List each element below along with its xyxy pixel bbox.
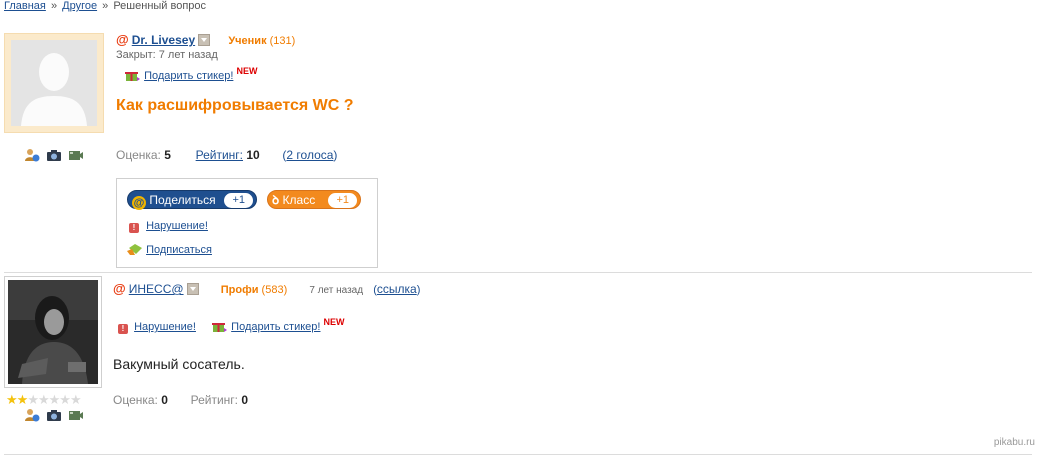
ok-icon: ꝺ <box>272 193 280 207</box>
answer-actions-row: ! Нарушение! Подарить стикер! NEW <box>118 317 345 334</box>
divider <box>4 454 1032 455</box>
question-title: Как расшифровывается WC ? <box>116 97 354 114</box>
question-author-points: (131) <box>269 35 296 47</box>
answer-author-actions <box>24 408 84 422</box>
dropdown-icon[interactable] <box>186 283 199 295</box>
contact-icon[interactable] <box>24 408 40 422</box>
mail-share-button[interactable]: @ Поделиться +1 <box>127 190 257 210</box>
default-avatar-icon <box>11 40 97 126</box>
question-author-actions <box>24 148 84 162</box>
gift-icon[interactable] <box>125 68 141 82</box>
mail-share-label: Поделиться <box>149 193 216 207</box>
rating-value: 10 <box>246 148 260 162</box>
breadcrumb-separator: » <box>102 0 109 12</box>
question-closed-text: Закрыт: 7 лет назад <box>116 49 218 61</box>
subscribe-row: Подписаться <box>127 242 212 256</box>
star-empty-icon: ★ <box>37 392 50 407</box>
video-icon[interactable] <box>68 148 84 162</box>
answer-permalink[interactable]: ссылка <box>377 282 417 296</box>
breadcrumb-separator: » <box>50 0 58 12</box>
breadcrumb-home-link[interactable]: Главная <box>4 0 46 12</box>
score-label: Оценка: <box>113 393 158 407</box>
video-icon[interactable] <box>68 408 84 422</box>
rating-value: 0 <box>241 393 249 407</box>
question-gift-link[interactable]: Подарить стикер! <box>144 70 233 82</box>
at-icon: @ <box>116 32 129 47</box>
rating-link[interactable]: Рейтинг: <box>196 148 243 162</box>
user-photo-icon <box>8 280 98 384</box>
ok-class-button[interactable]: ꝺ Класс +1 <box>267 190 361 209</box>
answer-gift-link[interactable]: Подарить стикер! <box>231 321 320 333</box>
votes-link[interactable]: 2 голоса <box>286 148 333 162</box>
ok-class-count: +1 <box>328 193 357 208</box>
new-badge: NEW <box>323 317 345 327</box>
answer-text: Вакумный сосатель. <box>113 356 245 372</box>
question-author-rank: Ученик <box>228 35 267 47</box>
question-gift-row: Подарить стикер! NEW <box>125 66 257 82</box>
question-author-avatar[interactable] <box>4 33 104 133</box>
star-empty-icon: ★ <box>69 392 82 407</box>
star-filled-icon: ★ <box>16 392 29 407</box>
question-stats: Оценка: 5 Рейтинг: 10 (2 голоса) <box>116 148 338 162</box>
score-label: Оценка: <box>116 148 161 162</box>
dropdown-icon[interactable] <box>198 34 211 46</box>
star-empty-icon: ★ <box>59 392 71 407</box>
answer-author-rank: Профи <box>220 284 259 296</box>
breadcrumb-category-link[interactable]: Другое <box>62 0 97 12</box>
star-filled-icon: ★ <box>6 392 18 407</box>
answer-author-points: (583) <box>261 284 288 296</box>
ok-class-label: Класс <box>282 193 316 207</box>
divider <box>4 272 1032 273</box>
answer-author-avatar[interactable] <box>4 276 102 388</box>
mail-at-icon: @ <box>132 196 146 210</box>
answer-stats: Оценка: 0 Рейтинг: 0 <box>113 393 248 407</box>
breadcrumb-current: Решенный вопрос <box>113 0 207 12</box>
camera-icon[interactable] <box>46 148 62 162</box>
contact-icon[interactable] <box>24 148 40 162</box>
subscribe-icon <box>127 242 143 256</box>
camera-icon[interactable] <box>46 408 62 422</box>
share-box: @ Поделиться +1 ꝺ Класс +1 ! Нарушение! … <box>116 178 378 268</box>
question-report-row: ! Нарушение! <box>129 220 208 233</box>
answer-time: 7 лет назад <box>309 285 364 296</box>
question-author-line: @ Dr. Livesey Ученик (131) <box>116 32 295 47</box>
at-icon: @ <box>113 281 126 296</box>
answer-report-link[interactable]: Нарушение! <box>134 321 196 333</box>
answer-author-line: @ ИНЕСС@ Профи (583) 7 лет назад (ссылка… <box>113 281 421 296</box>
answer-author-stars: ★★★★★★★ <box>6 392 82 408</box>
gift-icon[interactable] <box>212 319 228 333</box>
mail-share-count: +1 <box>224 193 253 208</box>
rating-label: Рейтинг: <box>190 393 239 407</box>
answer-author-name[interactable]: ИНЕСС@ <box>129 282 184 296</box>
breadcrumb: Главная » Другое » Решенный вопрос <box>4 0 206 12</box>
star-empty-icon: ★ <box>48 392 61 407</box>
warning-icon: ! <box>129 223 139 233</box>
score-value: 5 <box>164 148 171 162</box>
new-badge: NEW <box>236 66 258 76</box>
score-value: 0 <box>161 393 168 407</box>
subscribe-link[interactable]: Подписаться <box>146 244 212 256</box>
question-author-name[interactable]: Dr. Livesey <box>132 33 195 47</box>
star-empty-icon: ★ <box>27 392 39 407</box>
warning-icon: ! <box>118 324 128 334</box>
watermark: pikabu.ru <box>993 437 1035 448</box>
question-report-link[interactable]: Нарушение! <box>146 220 208 232</box>
